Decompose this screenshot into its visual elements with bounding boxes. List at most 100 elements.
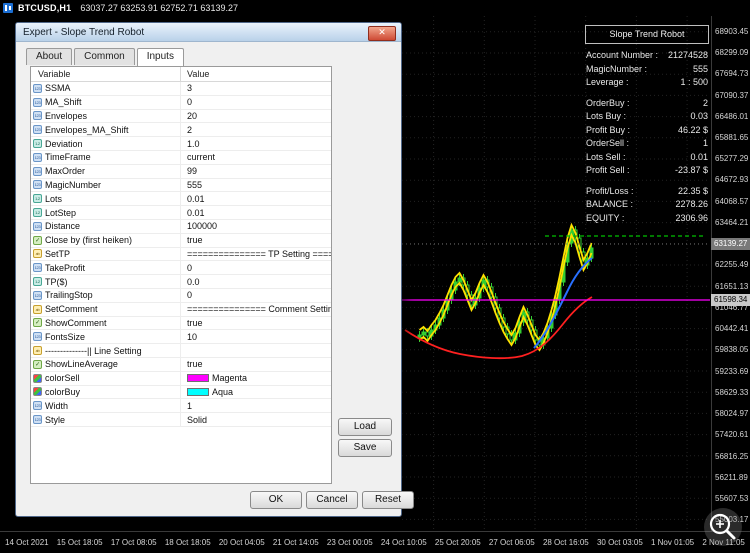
variable-name: Style <box>45 414 66 425</box>
value-cell[interactable]: 1 <box>181 399 331 412</box>
variable-name: SetTP <box>45 248 71 259</box>
table-row[interactable]: 123 Style Solid <box>31 413 331 427</box>
value-cell[interactable]: Aqua <box>181 386 331 399</box>
value-cell[interactable]: 100000 <box>181 220 331 233</box>
table-row[interactable]: 123 TakeProfit 0 <box>31 261 331 276</box>
zoom-magnifier-icon[interactable] <box>702 506 744 548</box>
variable-value[interactable]: current <box>187 152 215 162</box>
variable-value[interactable]: 20 <box>187 111 197 121</box>
tab-inputs[interactable]: Inputs <box>136 48 184 66</box>
panel-label: Profit Buy : <box>586 124 631 135</box>
variable-value[interactable]: 2 <box>187 125 192 135</box>
variable-value[interactable]: Magenta <box>212 373 247 383</box>
value-cell[interactable]: =============== TP Setting =========... <box>181 248 331 261</box>
table-row[interactable]: 123 Width 1 <box>31 399 331 414</box>
table-row[interactable]: ab --------------|| Line Setting <box>31 344 331 358</box>
load-button[interactable]: Load <box>338 418 392 436</box>
value-cell[interactable]: true <box>181 234 331 247</box>
value-cell[interactable]: 0.0 <box>181 275 331 288</box>
variable-value[interactable]: Solid <box>187 415 207 425</box>
variable-value[interactable]: 3 <box>187 83 192 93</box>
table-row[interactable]: colorSell Magenta <box>31 371 331 386</box>
value-cell[interactable]: 0.01 <box>181 206 331 219</box>
table-row[interactable]: 1.2 TP($) 0.0 <box>31 275 331 289</box>
value-cell[interactable]: 2 <box>181 123 331 136</box>
table-row[interactable]: 1.2 Deviation 1.0 <box>31 137 331 151</box>
value-cell[interactable]: =============== Comment Setting ====... <box>181 303 331 316</box>
panel-value: 1 <box>702 138 708 148</box>
table-row[interactable]: 123 Distance 100000 <box>31 219 331 234</box>
price-label: 60442.41 <box>715 324 749 334</box>
value-cell[interactable]: 0.01 <box>181 192 331 205</box>
panel-row: Lots Buy : 0.03 <box>585 110 709 124</box>
value-cell[interactable]: 0 <box>181 261 331 274</box>
table-row[interactable]: ✓ ShowComment true <box>31 316 331 331</box>
string-type-icon: ab <box>33 304 42 314</box>
table-row[interactable]: 123 SSMA 3 <box>31 82 331 96</box>
table-row[interactable]: 123 TrailingStop 0 <box>31 288 331 303</box>
table-row[interactable]: 1.2 LotStep 0.01 <box>31 206 331 220</box>
value-cell[interactable]: true <box>181 317 331 330</box>
price-axis[interactable]: 69507.8168903.4568299.0967694.7367090.37… <box>711 0 750 531</box>
price-label: 63464.21 <box>715 217 749 227</box>
variable-value[interactable]: 0 <box>187 97 192 107</box>
variable-value[interactable]: true <box>187 359 203 369</box>
value-cell[interactable]: current <box>181 151 331 164</box>
table-row[interactable]: colorBuy Aqua <box>31 385 331 400</box>
dialog-titlebar[interactable]: Expert - Slope Trend Robot ✕ <box>16 23 401 42</box>
variable-value[interactable]: 0.01 <box>187 194 205 204</box>
value-cell[interactable]: 99 <box>181 165 331 178</box>
variable-value[interactable]: =============== TP Setting =========... <box>187 249 331 259</box>
variable-value[interactable]: 99 <box>187 166 197 176</box>
table-row[interactable]: 123 Envelopes_MA_Shift 2 <box>31 123 331 138</box>
variable-value[interactable]: 0 <box>187 263 192 273</box>
value-cell[interactable]: 1.0 <box>181 137 331 150</box>
variable-name: FontsSize <box>45 331 86 342</box>
table-row[interactable]: abSetTP =============== TP Setting ======… <box>31 247 331 262</box>
variable-value[interactable]: true <box>187 235 203 245</box>
reset-button[interactable]: Reset <box>362 491 414 509</box>
table-row[interactable]: ✓ Close by (first heiken) true <box>31 233 331 248</box>
table-row[interactable]: 123 MaxOrder 99 <box>31 164 331 179</box>
value-cell[interactable]: 3 <box>181 82 331 95</box>
value-cell[interactable]: Solid <box>181 413 331 426</box>
variable-value[interactable]: 0 <box>187 290 192 300</box>
int-type-icon: 123 <box>33 166 42 176</box>
variable-value[interactable]: 555 <box>187 180 202 190</box>
variable-value[interactable]: 10 <box>187 332 197 342</box>
value-cell[interactable] <box>181 344 331 357</box>
variable-value[interactable]: =============== Comment Setting ====... <box>187 304 331 314</box>
value-cell[interactable]: Magenta <box>181 372 331 385</box>
cancel-button[interactable]: Cancel <box>306 491 358 509</box>
variable-value[interactable]: true <box>187 318 203 328</box>
table-row[interactable]: 123 FontsSize 10 <box>31 330 331 345</box>
table-row[interactable]: 123 MagicNumber 555 <box>31 178 331 193</box>
table-row[interactable]: 123 TimeFrame current <box>31 150 331 165</box>
value-cell[interactable]: 0 <box>181 96 331 109</box>
variable-value[interactable]: 100000 <box>187 221 217 231</box>
value-cell[interactable]: 0 <box>181 289 331 302</box>
variable-value[interactable]: 1 <box>187 401 192 411</box>
variable-cell: 1.2 Deviation <box>31 137 181 150</box>
value-cell[interactable]: 10 <box>181 330 331 343</box>
table-row[interactable]: ab SetComment =============== Comment Sett… <box>31 302 331 317</box>
value-cell[interactable]: 20 <box>181 110 331 123</box>
variable-value[interactable]: 0.01 <box>187 208 205 218</box>
variable-value[interactable]: 1.0 <box>187 139 200 149</box>
value-cell[interactable]: 555 <box>181 179 331 192</box>
variable-value[interactable]: 0.0 <box>187 277 200 287</box>
tab-common[interactable]: Common <box>74 48 135 65</box>
table-row[interactable]: ✓ ShowLineAverage true <box>31 357 331 372</box>
tab-about[interactable]: About <box>26 48 73 65</box>
time-axis[interactable]: 14 Oct 2021 15 Oct 18:05 17 Oct 08:05 18 Oc… <box>0 531 750 552</box>
panel-value: 2278.26 <box>675 199 708 209</box>
value-cell[interactable]: true <box>181 358 331 371</box>
window-titlebar[interactable]: BTCUSD,H1 63037.27 63253.91 62752.71 631… <box>0 0 750 16</box>
ok-button[interactable]: OK <box>250 491 302 509</box>
close-icon[interactable]: ✕ <box>368 26 396 41</box>
save-button[interactable]: Save <box>338 439 392 457</box>
table-row[interactable]: 123 Envelopes 20 <box>31 109 331 124</box>
table-row[interactable]: 1.2 Lots 0.01 <box>31 192 331 207</box>
table-row[interactable]: 123 MA_Shift 0 <box>31 95 331 110</box>
variable-value[interactable]: Aqua <box>212 387 233 397</box>
